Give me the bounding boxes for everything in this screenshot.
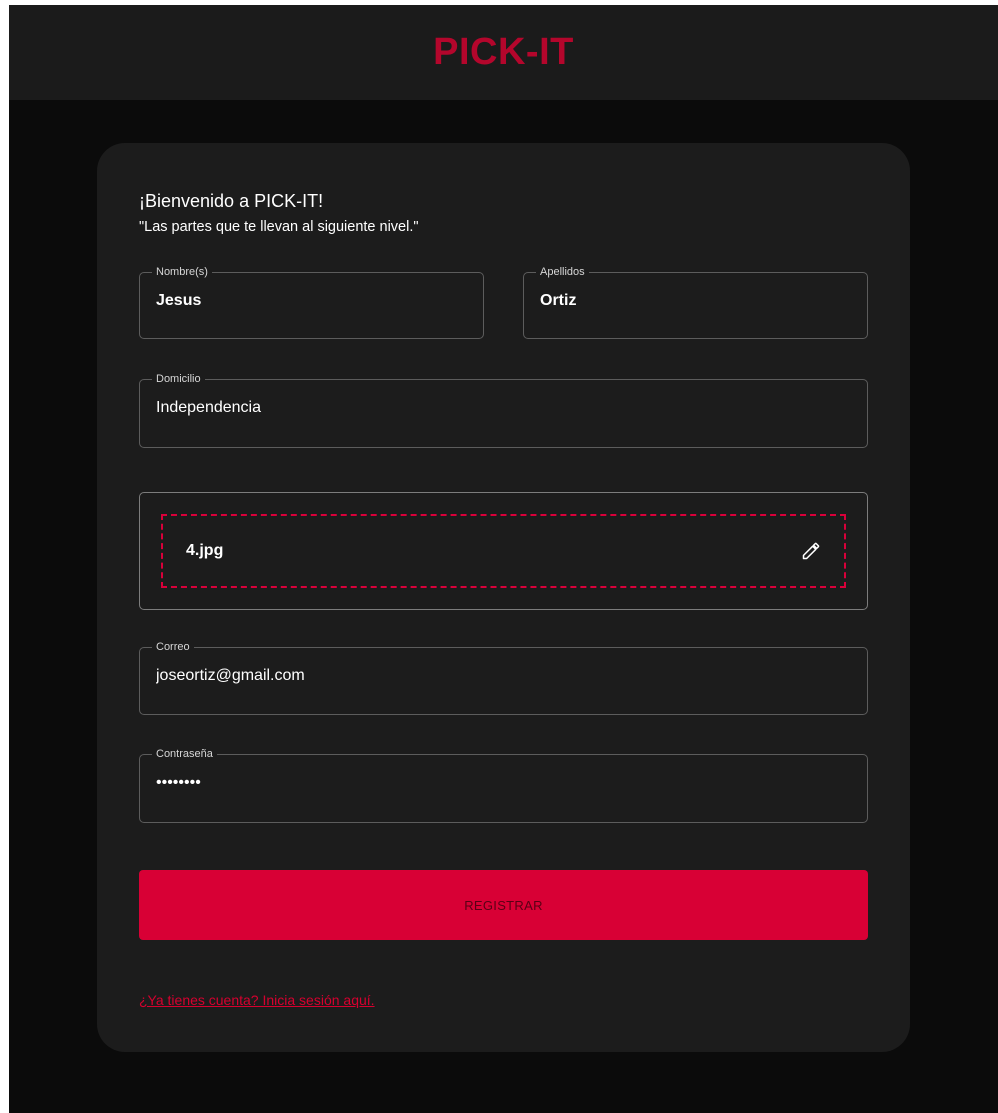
register-button[interactable]: REGISTRAR: [139, 870, 868, 940]
nombre-input[interactable]: [156, 292, 467, 310]
login-link[interactable]: ¿Ya tienes cuenta? Inicia sesión aquí.: [139, 992, 375, 1008]
app-screen: PICK-IT ¡Bienvenido a PICK-IT! "Las part…: [9, 5, 998, 1113]
file-dropzone[interactable]: 4.jpg: [161, 514, 846, 588]
apellidos-label: Apellidos: [540, 266, 585, 278]
register-card: ¡Bienvenido a PICK-IT! "Las partes que t…: [97, 143, 910, 1052]
welcome-heading: ¡Bienvenido a PICK-IT!: [139, 191, 324, 211]
nombre-field: Nombre(s): [139, 266, 484, 339]
contrasena-field: Contraseña: [139, 748, 868, 823]
domicilio-label: Domicilio: [156, 373, 201, 385]
brand-title: PICK-IT: [433, 31, 574, 73]
top-header: PICK-IT: [9, 5, 998, 100]
apellidos-input[interactable]: [540, 292, 851, 310]
nombre-label: Nombre(s): [156, 266, 208, 278]
domicilio-input[interactable]: [156, 399, 851, 417]
file-name: 4.jpg: [186, 542, 224, 559]
pencil-icon[interactable]: [800, 540, 822, 562]
correo-input[interactable]: [156, 667, 851, 685]
file-upload: 4.jpg: [139, 492, 868, 610]
tagline: "Las partes que te llevan al siguiente n…: [139, 219, 419, 235]
password-input[interactable]: [156, 774, 851, 792]
apellidos-field: Apellidos: [523, 266, 868, 339]
correo-label: Correo: [156, 641, 190, 653]
domicilio-field: Domicilio: [139, 373, 868, 448]
contrasena-label: Contraseña: [156, 748, 213, 760]
correo-field: Correo: [139, 641, 868, 715]
